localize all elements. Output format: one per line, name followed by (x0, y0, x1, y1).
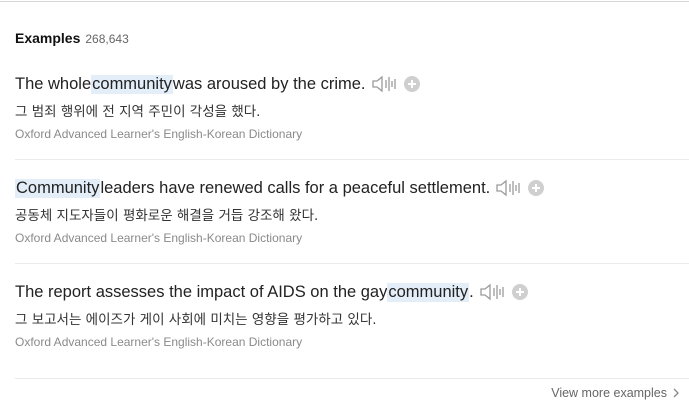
example-item: The whole community was aroused by the c… (0, 70, 689, 160)
example-sentence: Community leaders have renewed calls for… (15, 174, 545, 202)
sentence-text-before: The whole (15, 74, 92, 93)
example-translation: 공동체 지도자들이 평화로운 해결을 거듭 강조해 왔다. (15, 208, 319, 224)
sentence-highlight: community (387, 282, 470, 302)
plus-circle-icon[interactable] (511, 284, 528, 300)
examples-header: Examples 268,643 (15, 30, 129, 48)
sentence-text-after: leaders have renewed calls for a peacefu… (100, 178, 491, 197)
sentence-text-after: was aroused by the crime. (172, 74, 366, 93)
view-more-examples-link[interactable]: View more examples (551, 386, 681, 400)
example-sentence: The whole community was aroused by the c… (15, 70, 420, 98)
example-sentence: The report assesses the impact of AIDS o… (15, 278, 528, 306)
sentence-text-after: . (469, 282, 474, 301)
chevron-right-icon (673, 388, 679, 398)
speaker-icon[interactable] (495, 178, 521, 198)
example-source: Oxford Advanced Learner's English-Korean… (15, 335, 303, 349)
example-source: Oxford Advanced Learner's English-Korean… (15, 127, 303, 141)
sentence-highlight: community (91, 74, 173, 94)
example-item: Community leaders have renewed calls for… (0, 174, 689, 264)
sentence-highlight: Community (15, 178, 101, 198)
example-item: The report assesses the impact of AIDS o… (0, 278, 689, 368)
divider (15, 263, 689, 264)
example-source: Oxford Advanced Learner's English-Korean… (15, 231, 303, 245)
divider (15, 159, 689, 160)
divider (15, 378, 689, 379)
sentence-text-before: The report assesses the impact of AIDS o… (15, 282, 388, 301)
speaker-icon[interactable] (479, 282, 505, 302)
plus-circle-icon[interactable] (528, 180, 545, 196)
plus-circle-icon[interactable] (403, 76, 420, 92)
example-translation: 그 범죄 행위에 전 지역 주민이 각성을 했다. (15, 104, 261, 120)
top-divider (0, 1, 689, 2)
example-translation: 그 보고서는 에이즈가 게이 사회에 미치는 영향을 평가하고 있다. (15, 312, 377, 328)
speaker-icon[interactable] (371, 74, 397, 94)
view-more-label: View more examples (551, 386, 667, 400)
examples-count: 268,643 (85, 32, 129, 46)
examples-title: Examples (15, 30, 81, 46)
